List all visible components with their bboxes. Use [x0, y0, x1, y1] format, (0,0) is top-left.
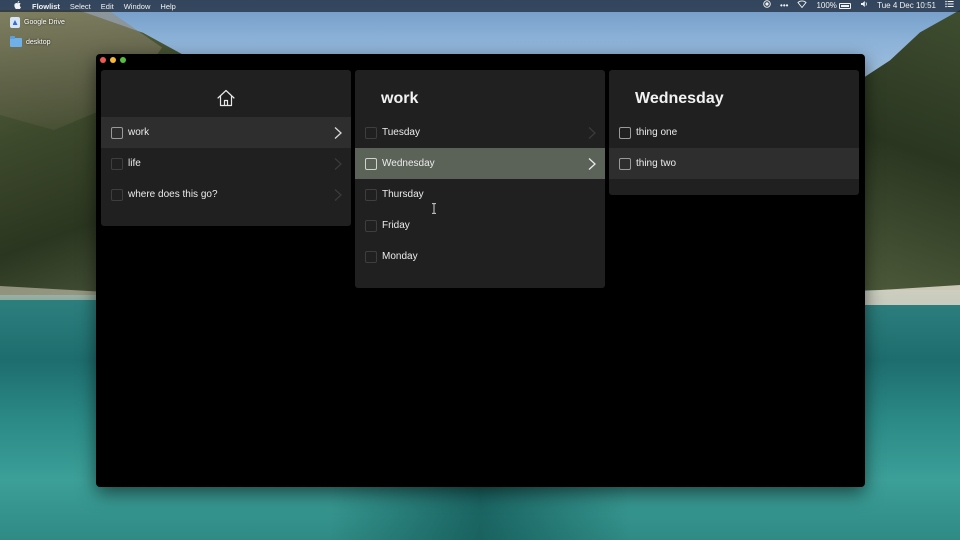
list-item[interactable]: Thursday	[355, 179, 605, 210]
battery-icon	[839, 2, 852, 9]
menu-app-name[interactable]: Flowlist	[32, 2, 60, 11]
clock[interactable]: Tue 4 Dec 10:51	[877, 0, 936, 12]
close-button[interactable]	[100, 57, 106, 63]
apple-icon[interactable]	[10, 1, 24, 11]
item-checkbox[interactable]	[365, 188, 377, 201]
list-item[interactable]: Monday	[355, 241, 605, 272]
item-checkbox[interactable]	[365, 250, 377, 263]
menu-window[interactable]: Window	[124, 2, 151, 11]
menu-bar: Flowlist Select Edit Window Help ••• 100…	[0, 0, 960, 12]
wifi-icon[interactable]	[797, 0, 808, 12]
chevron-right-icon[interactable]	[586, 157, 598, 171]
column-work: work Tuesday Wednesday Thursday Friday M…	[355, 70, 605, 288]
item-checkbox[interactable]	[619, 157, 631, 170]
chevron-right-icon[interactable]	[332, 126, 344, 140]
minimize-button[interactable]	[110, 57, 116, 63]
item-checkbox[interactable]	[365, 219, 377, 232]
battery-status[interactable]: 100%	[816, 0, 852, 12]
text-cursor-icon	[431, 201, 437, 214]
window-controls	[100, 57, 126, 63]
home-icon[interactable]	[215, 87, 237, 109]
column-header: work	[355, 70, 605, 117]
mountain-right	[860, 10, 960, 290]
column-title: Wednesday	[635, 90, 724, 107]
list-item[interactable]: life	[101, 148, 351, 179]
item-checkbox[interactable]	[365, 157, 377, 170]
column-root: work life where does this go?	[101, 70, 351, 226]
item-label: Tuesday	[382, 127, 420, 138]
item-checkbox[interactable]	[111, 157, 123, 170]
chevron-right-icon[interactable]	[586, 126, 598, 140]
zoom-button[interactable]	[120, 57, 126, 63]
column-wednesday: Wednesday thing one thing two	[609, 70, 859, 195]
item-label: Thursday	[382, 189, 424, 200]
chevron-right-icon[interactable]	[332, 188, 344, 202]
list-item[interactable]: thing two	[609, 148, 859, 179]
column-header	[101, 70, 351, 117]
list-item[interactable]: Friday	[355, 210, 605, 241]
list-item[interactable]: Tuesday	[355, 117, 605, 148]
desktop-icon-desktop-folder[interactable]: desktop	[10, 36, 51, 47]
volume-icon[interactable]	[860, 0, 868, 12]
list-item[interactable]: thing one	[609, 117, 859, 148]
screen-record-icon[interactable]	[763, 0, 771, 12]
desktop-icon-google-drive[interactable]: Google Drive	[10, 17, 65, 28]
item-label: Wednesday	[382, 158, 435, 169]
desktop-icon-label: desktop	[26, 39, 51, 46]
folder-icon	[10, 36, 22, 47]
list-item[interactable]: where does this go?	[101, 179, 351, 210]
item-label: work	[128, 127, 150, 138]
item-label: Friday	[382, 220, 410, 231]
battery-percent: 100%	[816, 1, 837, 10]
list-item[interactable]: Wednesday	[355, 148, 605, 179]
google-drive-icon	[10, 17, 20, 28]
item-checkbox[interactable]	[619, 126, 631, 139]
item-label: where does this go?	[128, 189, 218, 200]
notification-center-icon[interactable]	[945, 0, 954, 12]
item-checkbox[interactable]	[111, 188, 123, 201]
item-label: life	[128, 158, 141, 169]
menu-select[interactable]: Select	[70, 2, 91, 11]
item-checkbox[interactable]	[111, 126, 123, 139]
item-label: Monday	[382, 251, 418, 262]
chevron-right-icon[interactable]	[332, 157, 344, 171]
column-title: work	[381, 90, 419, 107]
item-label: thing one	[636, 127, 678, 138]
water-reflection	[330, 486, 630, 540]
menu-edit[interactable]: Edit	[101, 2, 114, 11]
item-label: thing two	[636, 158, 677, 169]
menu-help[interactable]: Help	[160, 2, 175, 11]
flowlist-window: work life where does this go? work Tuesd…	[96, 54, 865, 487]
desktop-icon-label: Google Drive	[24, 19, 65, 26]
column-header: Wednesday	[609, 70, 859, 117]
item-checkbox[interactable]	[365, 126, 377, 139]
list-item[interactable]: work	[101, 117, 351, 148]
status-area: ••• 100% Tue 4 Dec 10:51	[763, 0, 954, 12]
title-bar[interactable]	[96, 54, 865, 66]
more-icon[interactable]: •••	[780, 0, 788, 12]
